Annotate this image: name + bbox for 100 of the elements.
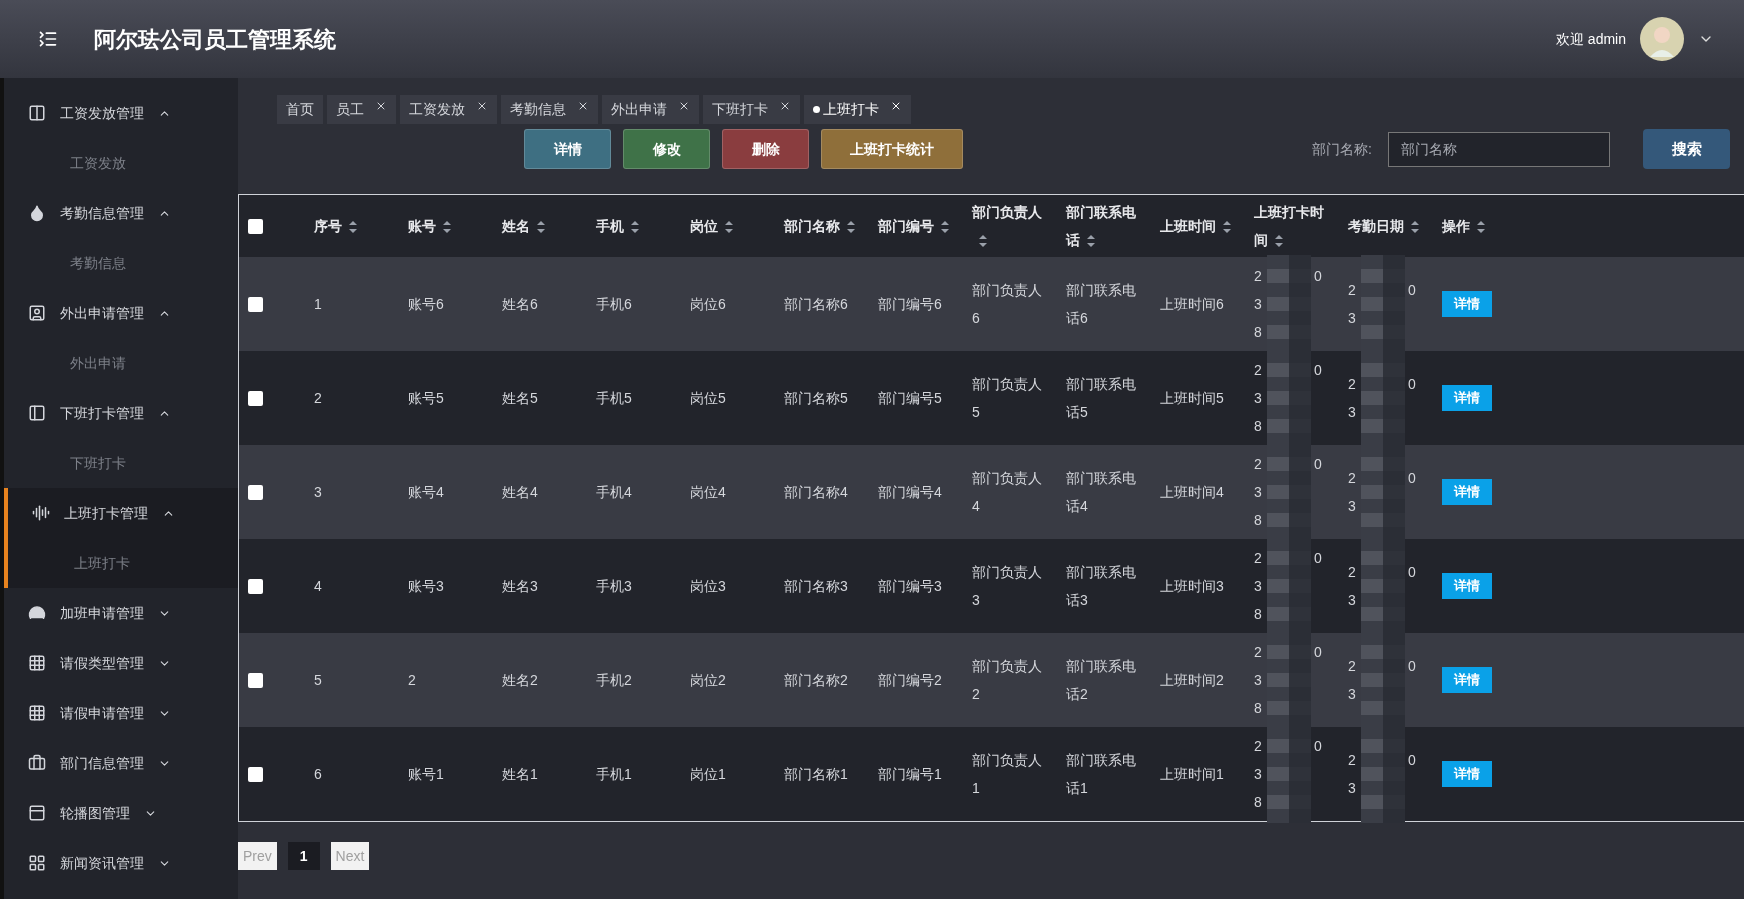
sort-icon[interactable] <box>978 234 988 249</box>
sort-icon[interactable] <box>536 220 546 235</box>
table-cell-text: 0 <box>1314 737 1322 756</box>
sidebar-menu-item[interactable]: 新闻资讯管理 <box>4 838 238 888</box>
close-icon[interactable] <box>375 100 387 112</box>
column-header[interactable]: 岗位 <box>690 212 762 240</box>
tab-label: 员工 <box>336 100 364 119</box>
row-checkbox[interactable] <box>248 766 263 782</box>
select-all-checkbox[interactable] <box>248 218 263 234</box>
table-cell-text: 部门负责人5 <box>972 375 1043 422</box>
close-icon[interactable] <box>577 100 589 112</box>
page-tab[interactable]: 首页 <box>277 95 323 124</box>
grid-icon <box>28 654 46 672</box>
search-field[interactable]: 部门名称 <box>1388 131 1610 167</box>
page-tab[interactable]: 上班打卡 <box>804 95 911 124</box>
action-button[interactable]: 详情 <box>524 129 611 169</box>
column-header[interactable]: 姓名 <box>502 212 574 240</box>
submenu-item[interactable]: 上班打卡 <box>4 538 238 588</box>
table-cell-text: 2 <box>1254 549 1263 568</box>
column-header[interactable]: 考勤日期 <box>1348 212 1420 240</box>
sort-icon[interactable] <box>1222 220 1232 235</box>
menu-icon[interactable] <box>38 29 58 49</box>
page-number-button[interactable]: 1 <box>287 842 320 870</box>
column-header[interactable]: 上班打卡时间 <box>1254 198 1326 254</box>
close-icon[interactable] <box>476 100 488 112</box>
table-cell-text: 部门编号6 <box>878 295 943 314</box>
sidebar-menu-item[interactable]: 下班打卡管理 <box>4 388 238 438</box>
sidebar-menu-item[interactable]: 上班打卡管理 <box>4 488 238 538</box>
menu-label: 外出申请管理 <box>60 303 144 323</box>
welcome-text: 欢迎 admin <box>1555 29 1626 49</box>
column-header[interactable]: 操作 <box>1442 212 1514 240</box>
column-header[interactable]: 上班时间 <box>1160 212 1232 240</box>
column-header[interactable]: 账号 <box>408 212 480 240</box>
action-button[interactable]: 删除 <box>722 129 809 169</box>
table-cell-text: 0 <box>1408 563 1416 582</box>
column-header[interactable]: 序号 <box>314 212 386 240</box>
table-cell-text: 手机1 <box>596 765 633 784</box>
sidebar-menu-item[interactable]: 加班申请管理 <box>4 588 238 638</box>
table-cell-text: 8 <box>1254 605 1263 624</box>
table-cell-text: 部门名称1 <box>784 765 849 784</box>
sidebar-menu-item[interactable]: 考勤信息管理 <box>4 188 238 238</box>
avatar[interactable] <box>1640 17 1684 61</box>
app-title: 阿尔珐公司员工管理系统 <box>94 25 336 54</box>
action-button[interactable]: 修改 <box>623 129 710 169</box>
sort-icon[interactable] <box>630 220 640 235</box>
table-cell-text: 部门负责人1 <box>972 751 1043 798</box>
table-cell-text: 3 <box>1254 577 1263 596</box>
sort-icon[interactable] <box>348 220 358 235</box>
sort-icon[interactable] <box>1476 220 1486 235</box>
page-tab[interactable]: 工资发放 <box>400 95 497 124</box>
sort-icon[interactable] <box>1086 234 1096 249</box>
page-tab[interactable]: 员工 <box>327 95 396 124</box>
row-checkbox[interactable] <box>248 390 263 406</box>
action-button[interactable]: 上班打卡统计 <box>821 129 963 169</box>
table-cell-text: 0 <box>1408 375 1416 394</box>
close-icon[interactable] <box>779 100 791 112</box>
sidebar-menu-item[interactable]: 部门信息管理 <box>4 738 238 788</box>
submenu-item[interactable]: 下班打卡 <box>4 438 238 488</box>
sidebar-menu-item[interactable]: 外出申请管理 <box>4 288 238 338</box>
columns-icon <box>28 104 46 122</box>
close-icon[interactable] <box>890 100 902 112</box>
submenu-item[interactable]: 考勤信息 <box>4 238 238 288</box>
sort-icon[interactable] <box>940 220 950 235</box>
row-checkbox[interactable] <box>248 296 263 312</box>
table-cell-text: 部门名称2 <box>784 671 849 690</box>
sort-icon[interactable] <box>724 220 734 235</box>
sort-icon[interactable] <box>442 220 452 235</box>
menu-label: 考勤信息管理 <box>60 203 144 223</box>
column-header[interactable]: 手机 <box>596 212 668 240</box>
page-tab[interactable]: 下班打卡 <box>703 95 800 124</box>
row-checkbox[interactable] <box>248 672 263 688</box>
page-tab[interactable]: 外出申请 <box>602 95 699 124</box>
sort-icon[interactable] <box>1274 234 1284 249</box>
submenu-item[interactable]: 外出申请 <box>4 338 238 388</box>
sidebar-menu-item[interactable]: 轮播图管理 <box>4 788 238 838</box>
table-cell-text: 3 <box>1348 403 1357 422</box>
table-cell-text: 1 <box>314 295 323 314</box>
search-button[interactable]: 搜索 <box>1643 129 1730 169</box>
row-checkbox[interactable] <box>248 484 263 500</box>
column-header[interactable]: 部门负责人 <box>972 198 1044 254</box>
table-cell-text: 8 <box>1254 323 1263 342</box>
table-cell-text: 部门联系电话1 <box>1066 751 1137 798</box>
sidebar-menu-item[interactable]: 请假申请管理 <box>4 688 238 738</box>
table-cell-text: 0 <box>1408 469 1416 488</box>
submenu-item[interactable]: 工资发放 <box>4 138 238 188</box>
menu-label: 加班申请管理 <box>60 603 144 623</box>
page-tab[interactable]: 考勤信息 <box>501 95 598 124</box>
sidebar-menu-item[interactable]: 请假类型管理 <box>4 638 238 688</box>
table-cell-text: 0 <box>1314 361 1322 380</box>
row-checkbox[interactable] <box>248 578 263 594</box>
column-header[interactable]: 部门编号 <box>878 212 950 240</box>
table-cell-text: 2 <box>1348 375 1357 394</box>
column-header[interactable]: 部门名称 <box>784 212 856 240</box>
tab-label: 工资发放 <box>409 100 465 119</box>
sidebar-menu-item[interactable]: 工资发放管理 <box>4 88 238 138</box>
column-header[interactable]: 部门联系电话 <box>1066 198 1138 254</box>
close-icon[interactable] <box>678 100 690 112</box>
table-cell-text: 部门编号5 <box>878 389 943 408</box>
sort-icon[interactable] <box>1410 220 1420 235</box>
sort-icon[interactable] <box>846 220 856 235</box>
